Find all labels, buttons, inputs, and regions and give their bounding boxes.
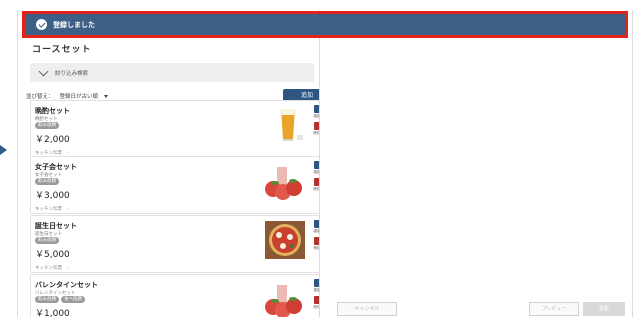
menu-card[interactable]: バレンタインセット バレンタインセット 飲み放題 食べ放題 ￥1,000 複製 [30,274,320,317]
duplicate-label: 複製 [313,114,320,118]
item-price: ￥2,000 [35,135,70,145]
tag: 食べ放題 [61,296,85,303]
menu-card[interactable]: 女子会セット 女子会セット 飲み放題 ￥3,000 キッチン伝票 - 複製 削除 [30,156,320,214]
preview-button[interactable]: プレビュー [529,302,579,316]
delete-label: 削除 [313,246,320,250]
duplicate-button[interactable]: 複製 [313,161,320,175]
delete-button[interactable]: 削除 [313,296,320,310]
trash-icon [314,122,319,130]
tag-list: 飲み放題 [35,178,59,185]
success-toast: 登録しました [22,11,628,38]
duplicate-button[interactable]: 複製 [313,105,320,119]
beer-glass-image [281,109,303,141]
item-price: ￥5,000 [35,250,70,260]
tag-list: 飲み放題 食べ放題 [35,296,85,303]
kitchen-slip: キッチン伝票 - [35,266,69,271]
sort-value: 登録日が古い順 [59,94,99,100]
tag: 飲み放題 [35,178,59,185]
item-name: 女子会セット [35,163,77,171]
section-title: コースセット [32,45,92,55]
toast-message: 登録しました [53,20,95,29]
delete-label: 削除 [313,131,320,135]
form-footer: キャンセル プレビュー 更新 [333,302,628,317]
kitchen-slip: キッチン伝票 - [35,207,69,212]
peach-drink-image [265,167,302,200]
menu-card[interactable]: 誕生日セット 誕生日セット 飲み放題 ￥5,000 キッチン伝票 - 複製 削除 [30,215,320,273]
tag: 飲み放題 [35,122,59,129]
trash-icon [314,237,319,245]
filter-toggle[interactable]: 絞り込み検索 [30,63,314,82]
delete-button[interactable]: 削除 [313,178,320,192]
copy-icon [314,161,319,169]
app-root: コースセット 絞り込み検索 並び替え： 登録日が古い順 追加 晩酌セット 晩酌セ… [0,0,641,317]
divider [632,10,633,317]
duplicate-label: 複製 [313,170,320,174]
tag: 飲み放題 [35,237,59,244]
item-name: バレンタインセット [35,281,98,289]
item-actions: 複製 削除 [309,220,320,254]
cancel-button[interactable]: キャンセル [337,302,397,316]
trash-icon [314,178,319,186]
tag: 飲み放題 [35,296,59,303]
item-name: 誕生日セット [35,222,77,230]
detail-panel [321,10,632,317]
collapse-arrow-icon[interactable] [0,145,7,155]
copy-icon [314,279,319,287]
tag-list: 飲み放題 [35,237,59,244]
trash-icon [314,296,319,304]
check-circle-icon [36,19,47,30]
menu-card[interactable]: 晩酌セット 晩酌セット 飲み放題 ￥2,000 キッチン伝票 - 複製 削除 [30,100,320,158]
copy-icon [314,220,319,228]
peach-drink-image [265,285,302,317]
course-list-panel: コースセット 絞り込み検索 並び替え： 登録日が古い順 追加 晩酌セット 晩酌セ… [18,10,320,317]
duplicate-label: 複製 [313,229,320,233]
duplicate-label: 複製 [313,288,320,292]
chevron-down-icon [38,66,49,76]
delete-button[interactable]: 削除 [313,237,320,251]
delete-label: 削除 [313,305,320,309]
sort-label: 並び替え： [26,94,54,100]
item-price: ￥1,000 [35,309,70,317]
item-actions: 複製 削除 [309,105,320,139]
item-actions: 複製 削除 [309,279,320,313]
duplicate-button[interactable]: 複製 [313,279,320,293]
item-price: ￥3,000 [35,191,70,201]
tag-list: 飲み放題 [35,122,59,129]
item-actions: 複製 削除 [309,161,320,195]
pizza-image [265,221,305,259]
save-button[interactable]: 更新 [583,302,625,316]
caret-down-icon [104,94,109,98]
filter-label: 絞り込み検索 [55,70,89,77]
delete-label: 削除 [313,187,320,191]
item-name: 晩酌セット [35,107,70,115]
delete-button[interactable]: 削除 [313,122,320,136]
copy-icon [314,105,319,113]
duplicate-button[interactable]: 複製 [313,220,320,234]
